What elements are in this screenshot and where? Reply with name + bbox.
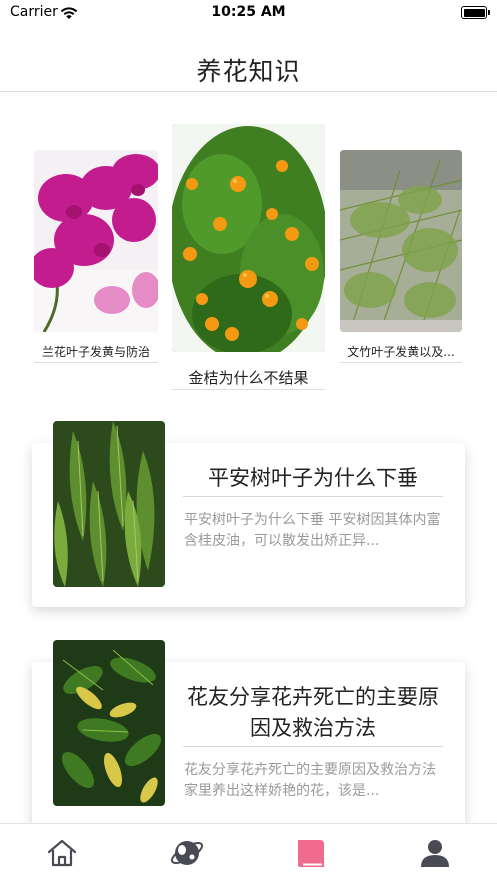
caption-underline bbox=[340, 362, 462, 363]
title-underline bbox=[183, 496, 443, 497]
orchid-photo bbox=[34, 150, 158, 332]
schefflera-photo bbox=[53, 640, 165, 806]
carousel-item-orchid[interactable]: 兰花叶子发黄与防治 bbox=[34, 150, 158, 365]
cinnamon-tree-photo bbox=[53, 421, 165, 587]
tab-knowledge[interactable] bbox=[294, 836, 328, 870]
carousel-caption: 兰花叶子发黄与防治 bbox=[41, 345, 150, 359]
profile-icon bbox=[421, 840, 449, 867]
title-underline bbox=[183, 746, 443, 747]
carousel-caption: 金桔为什么不结果 bbox=[188, 369, 309, 387]
article-description: 平安树叶子为什么下垂 平安树因其体内富含桂皮油，可以散发出矫正异... bbox=[184, 512, 441, 549]
tab-home[interactable] bbox=[45, 836, 79, 870]
caption-underline bbox=[172, 389, 325, 390]
book-icon bbox=[298, 840, 324, 867]
kumquat-photo bbox=[172, 124, 325, 352]
article-title: 平安树叶子为什么下垂 bbox=[208, 466, 418, 490]
article-title: 花友分享花卉死亡的主要原因及救治方法 bbox=[187, 685, 439, 740]
tab-bar bbox=[0, 823, 497, 883]
tab-profile[interactable] bbox=[418, 836, 452, 870]
carousel-caption: 文竹叶子发黄以及... bbox=[347, 345, 455, 359]
carousel-item-kumquat[interactable]: 金桔为什么不结果 bbox=[172, 124, 325, 390]
caption-underline bbox=[34, 362, 158, 363]
article-description: 花友分享花卉死亡的主要原因及救治方法 家里养出这样娇艳的花，该是... bbox=[184, 762, 436, 799]
home-icon bbox=[47, 839, 77, 867]
carousel-item-asparagus-fern[interactable]: 文竹叶子发黄以及... bbox=[340, 150, 462, 365]
status-bar: Carrier 10:25 AM bbox=[0, 0, 497, 26]
nav-divider bbox=[0, 91, 497, 92]
asparagus-fern-photo bbox=[340, 150, 462, 332]
page-title: 养花知识 bbox=[196, 57, 301, 86]
clock: 10:25 AM bbox=[211, 4, 286, 20]
planet-icon bbox=[170, 841, 204, 865]
battery-icon bbox=[461, 6, 490, 19]
tab-discover[interactable] bbox=[170, 836, 204, 870]
